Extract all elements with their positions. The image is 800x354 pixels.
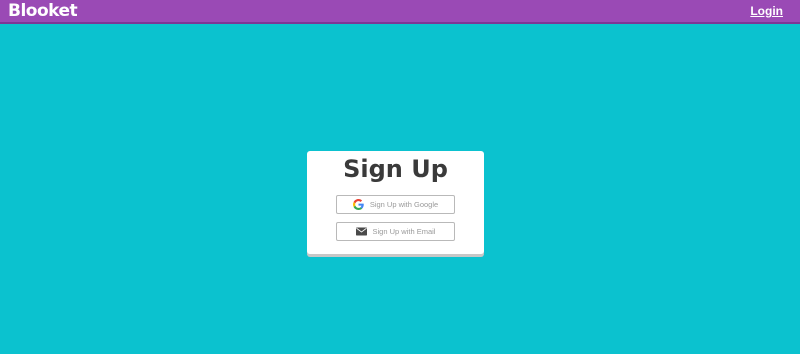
signup-google-label: Sign Up with Google (369, 200, 439, 209)
brand-logo[interactable]: Blooket (8, 0, 78, 22)
signup-title: Sign Up (343, 155, 448, 183)
top-bar: Blooket Login (0, 0, 800, 22)
signup-google-button[interactable]: Sign Up with Google (336, 195, 455, 214)
login-link[interactable]: Login (750, 0, 783, 22)
signup-email-label: Sign Up with Email (372, 227, 436, 236)
google-g-icon (352, 199, 364, 210)
signup-card: Sign Up Sign Up with Google Sign Up with… (307, 151, 484, 254)
signup-email-button[interactable]: Sign Up with Email (336, 222, 455, 241)
envelope-icon (355, 226, 367, 237)
